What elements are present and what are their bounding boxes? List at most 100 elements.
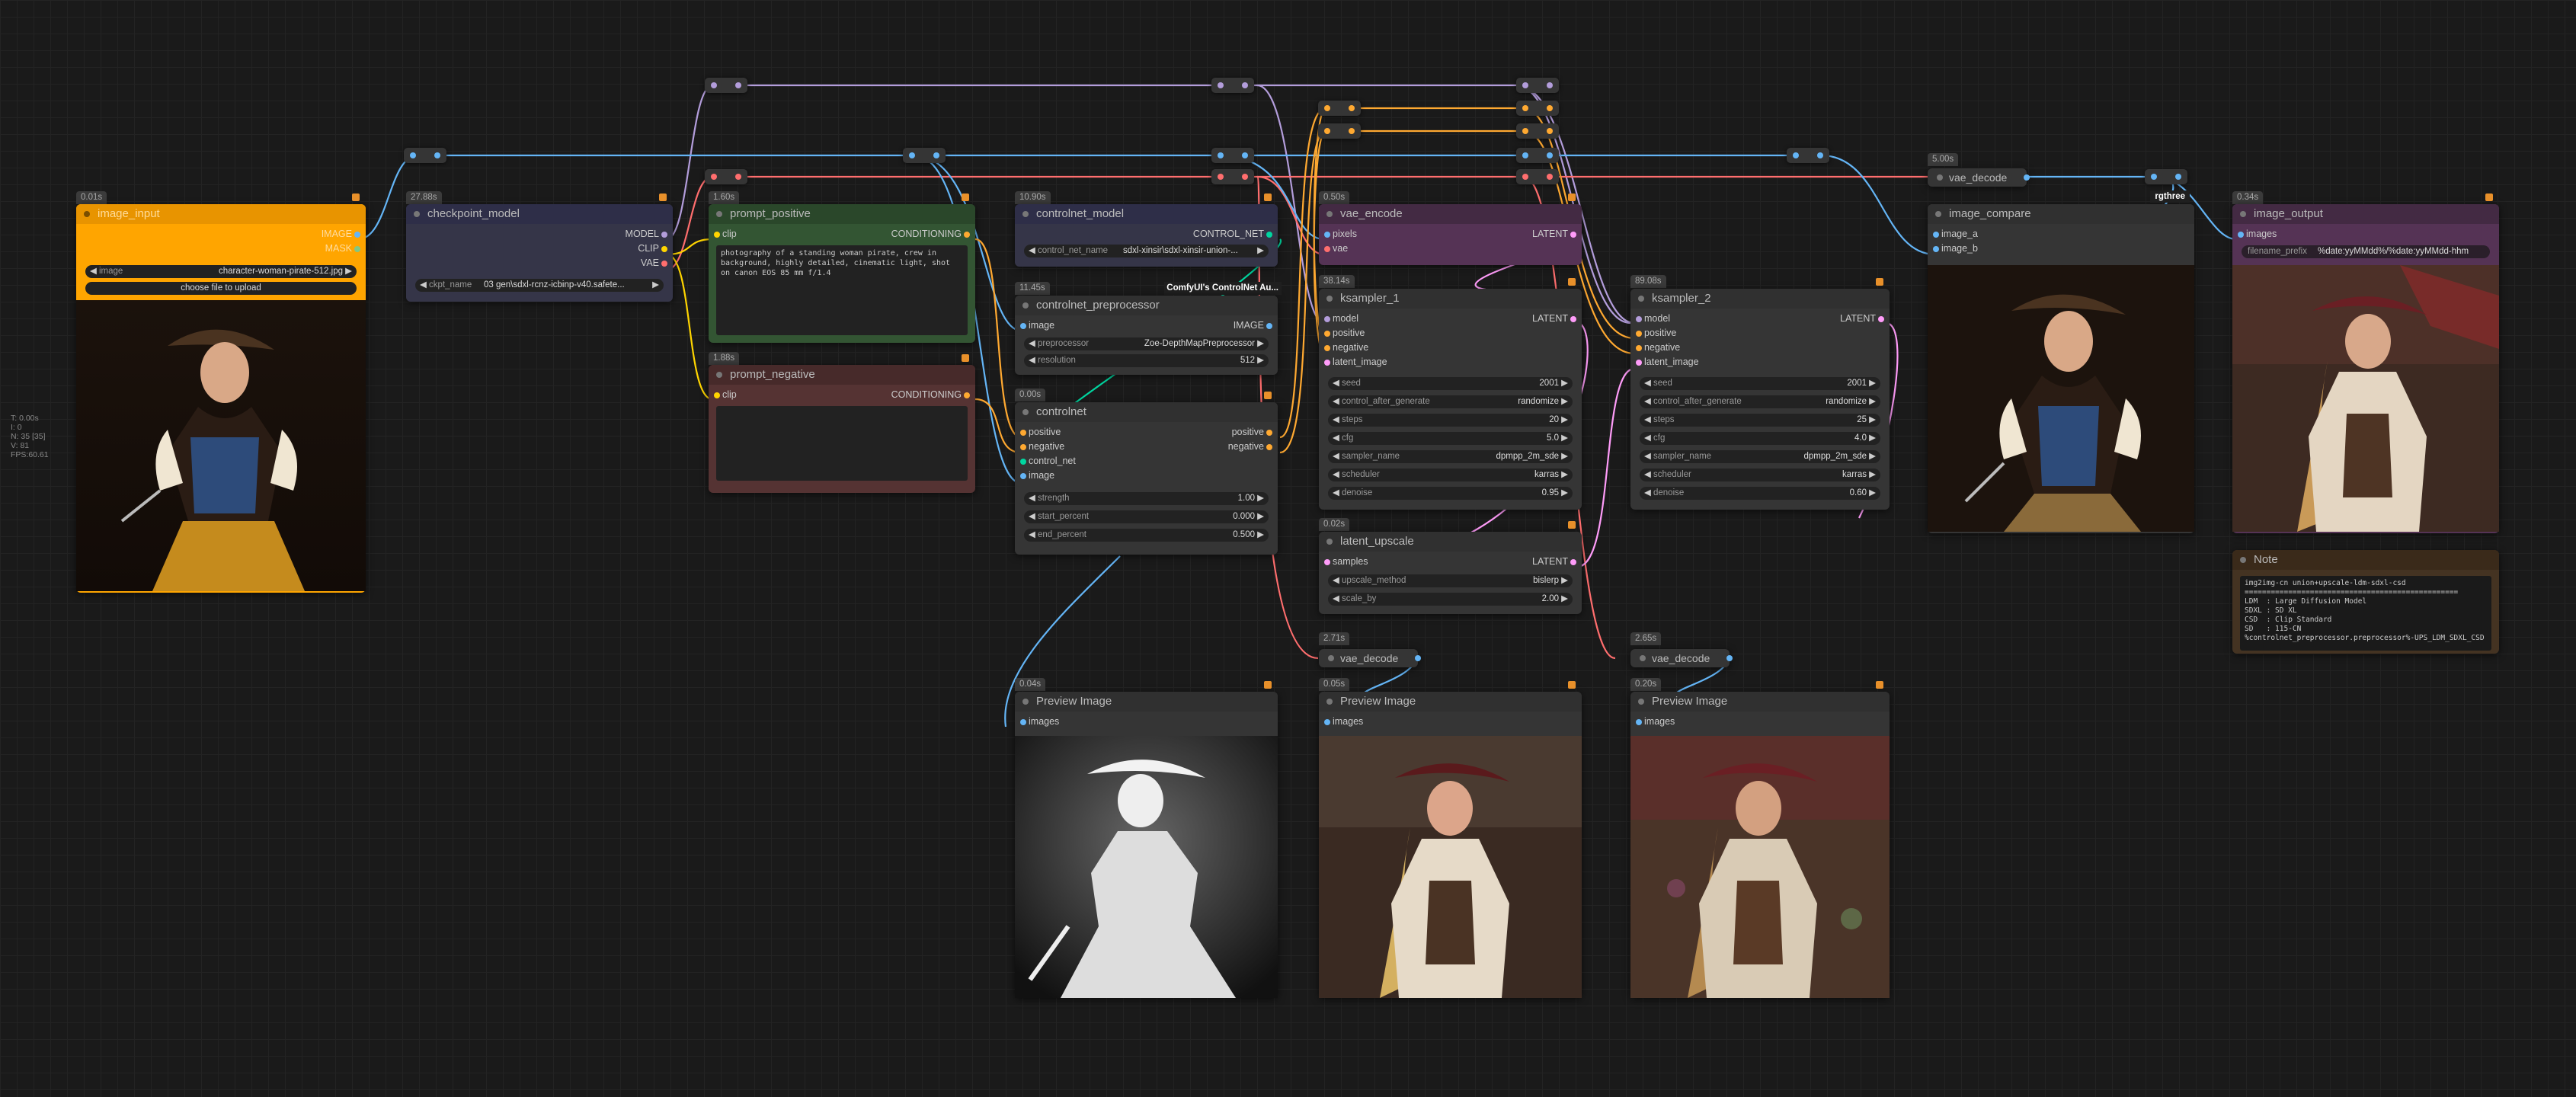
output-slot[interactable] [964,392,970,398]
input-slot[interactable] [1636,360,1642,366]
reroute-node[interactable] [1516,78,1559,93]
reroute-node[interactable] [1516,148,1559,163]
reroute-node[interactable] [1516,123,1559,139]
denoise-widget[interactable]: ◀ denoise 0.95 ▶ [1328,487,1573,500]
scheduler-widget[interactable]: ◀ scheduler karras ▶ [1328,469,1573,481]
input-slot[interactable] [1020,323,1026,329]
node-vae-decode-collapsed[interactable]: vae_decode [1630,649,1733,667]
node-ksampler-2[interactable]: ksampler_2 model LATENT positive negative… [1630,278,1890,510]
node-title-bar[interactable]: image_input [76,204,366,224]
reroute-node[interactable] [404,148,446,163]
node-title-bar[interactable]: ksampler_1 [1319,289,1582,309]
reroute-node[interactable] [1318,123,1361,139]
control-after-generate-widget[interactable]: ◀ control_after_generate randomize ▶ [1328,395,1573,408]
output-slot[interactable] [354,232,360,238]
output-slot[interactable] [1878,316,1884,322]
output-slot[interactable] [1726,655,1733,661]
node-title-bar[interactable]: controlnet_preprocessor [1015,296,1278,315]
collapse-dot[interactable] [84,211,90,217]
input-slot[interactable] [1636,719,1642,725]
node-preview-image-2[interactable]: Preview Image images [1319,681,1582,998]
node-prompt-positive[interactable]: prompt_positive clip CONDITIONING photogr… [709,193,975,343]
node-image-compare[interactable]: rgthree image_compare image_a image_b [1928,190,2194,533]
denoise-widget[interactable]: ◀ denoise 0.60 ▶ [1640,487,1880,500]
node-title-bar[interactable]: image_compare [1928,204,2194,224]
node-title-bar[interactable]: ksampler_2 [1630,289,1890,309]
node-title-bar[interactable]: latent_upscale [1319,532,1582,552]
strength-widget[interactable]: ◀ strength 1.00 ▶ [1024,492,1269,505]
input-slot[interactable] [1324,246,1330,252]
output-slot[interactable] [661,261,667,267]
reroute-node[interactable] [1787,148,1829,163]
node-checkpoint-model[interactable]: checkpoint_model MODEL CLIP VAE ◀ ckpt_na… [406,193,673,302]
node-image-output[interactable]: image_output images filename_prefix %date… [2232,193,2499,533]
control-after-generate-widget[interactable]: ◀ control_after_generate randomize ▶ [1640,395,1880,408]
sampler-name-widget[interactable]: ◀ sampler_name dpmpp_2m_sde ▶ [1640,450,1880,463]
input-slot[interactable] [1636,345,1642,351]
input-slot[interactable] [1020,719,1026,725]
output-slot[interactable] [661,246,667,252]
reroute-node[interactable] [1211,148,1254,163]
cfg-widget[interactable]: ◀ cfg 4.0 ▶ [1640,432,1880,445]
seed-widget[interactable]: ◀ seed 2001 ▶ [1328,377,1573,390]
node-title-bar[interactable]: controlnet [1015,402,1278,422]
start-percent-widget[interactable]: ◀ start_percent 0.000 ▶ [1024,510,1269,523]
note-textarea[interactable]: img2img-cn union+upscale-ldm-sdxl-csd ==… [2240,576,2491,651]
sampler-name-widget[interactable]: ◀ sampler_name dpmpp_2m_sde ▶ [1328,450,1573,463]
output-slot[interactable] [1570,316,1576,322]
input-slot[interactable] [1324,719,1330,725]
prompt-textarea[interactable]: photography of a standing woman pirate, … [716,245,968,335]
node-title-bar[interactable]: vae_encode [1319,204,1582,224]
node-controlnet-model[interactable]: controlnet_model CONTROL_NET ◀ control_ne… [1015,193,1278,267]
output-slot[interactable] [661,232,667,238]
cfg-widget[interactable]: ◀ cfg 5.0 ▶ [1328,432,1573,445]
input-slot[interactable] [1020,473,1026,479]
steps-widget[interactable]: ◀ steps 25 ▶ [1640,414,1880,427]
resolution-widget[interactable]: ◀ resolution 512 ▶ [1024,354,1269,367]
reroute-node[interactable] [1211,169,1254,184]
input-slot[interactable] [1933,232,1939,238]
node-controlnet[interactable]: controlnet positive positive negative nega… [1015,392,1278,555]
scheduler-widget[interactable]: ◀ scheduler karras ▶ [1640,469,1880,481]
output-slot[interactable] [2024,174,2030,181]
input-slot[interactable] [1020,459,1026,465]
node-title-bar[interactable]: image_output [2232,204,2499,224]
scale-by-widget[interactable]: ◀ scale_by 2.00 ▶ [1328,593,1573,606]
node-title-bar[interactable]: controlnet_model [1015,204,1278,224]
node-image-input[interactable]: image_input IMAGE MASK ◀ image character-w… [76,193,366,593]
output-slot[interactable] [354,246,360,252]
node-title-bar[interactable]: Preview Image [1319,692,1582,712]
output-slot[interactable] [1266,232,1272,238]
node-preview-image-3[interactable]: Preview Image images [1630,681,1890,998]
input-slot[interactable] [1324,559,1330,565]
output-slot[interactable] [1570,559,1576,565]
node-preview-image-1[interactable]: Preview Image images [1015,681,1278,998]
input-slot[interactable] [1636,316,1642,322]
input-slot[interactable] [714,392,720,398]
input-slot[interactable] [1020,444,1026,450]
controlnet-combo-widget[interactable]: ◀ control_net_name sdxl-xinsir\sdxl-xinsir… [1024,245,1269,257]
reroute-node[interactable] [705,78,747,93]
filename-prefix-input[interactable]: filename_prefix %date:yyMMdd%/%date:yyMMd… [2242,245,2490,258]
node-title-bar[interactable]: Preview Image [1630,692,1890,712]
reroute-node[interactable] [705,169,747,184]
ckpt-combo-widget[interactable]: ◀ ckpt_name 03 gen\sdxl-rcnz-icbinp-v40.sa… [415,279,664,292]
output-slot[interactable] [1266,323,1272,329]
node-title-bar[interactable]: checkpoint_model [406,204,673,224]
input-slot[interactable] [1324,232,1330,238]
input-slot[interactable] [1636,331,1642,337]
input-slot[interactable] [1324,360,1330,366]
input-slot[interactable] [1324,316,1330,322]
node-latent-upscale[interactable]: latent_upscale samples LATENT ◀ upscale_me… [1319,521,1582,614]
reroute-node[interactable] [2145,169,2187,184]
output-slot[interactable] [1266,444,1272,450]
node-title-bar[interactable]: Preview Image [1015,692,1278,712]
input-slot[interactable] [1020,430,1026,436]
input-slot[interactable] [1324,345,1330,351]
reroute-node[interactable] [903,148,946,163]
reroute-node[interactable] [1211,78,1254,93]
input-slot[interactable] [714,232,720,238]
steps-widget[interactable]: ◀ steps 20 ▶ [1328,414,1573,427]
upload-button[interactable]: choose file to upload [85,282,357,295]
node-vae-decode-collapsed[interactable]: vae_decode [1928,168,2030,187]
